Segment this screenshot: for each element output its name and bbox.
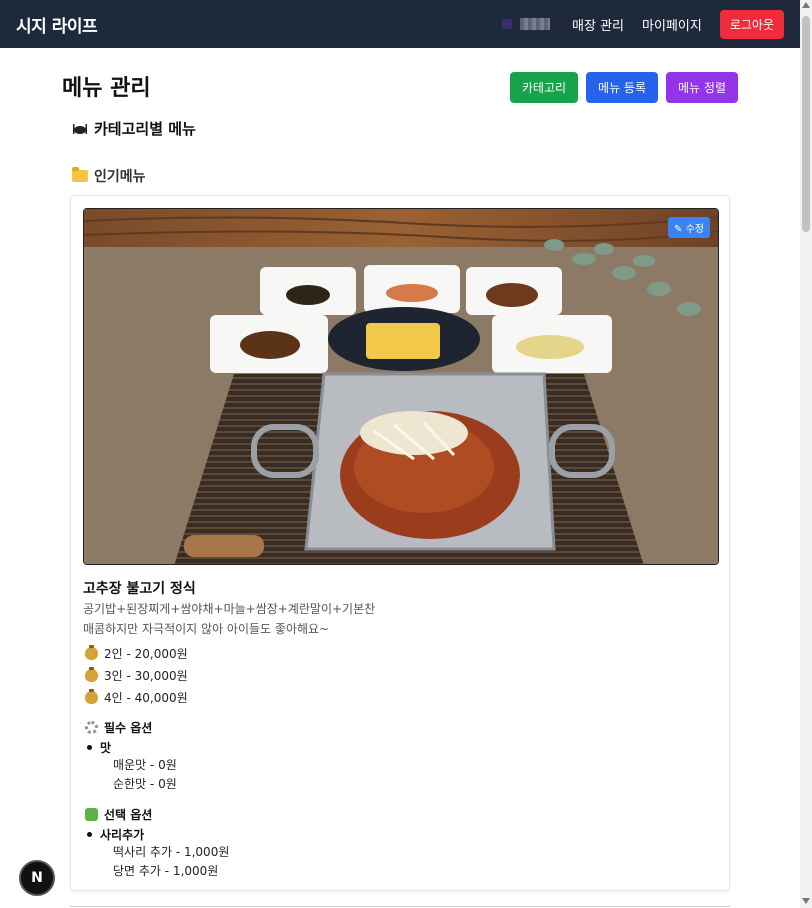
option-item: 당면 추가 - 1,000원 [113, 864, 219, 878]
menu-name: 고추장 불고기 정식 [83, 581, 196, 597]
bullet [87, 744, 92, 750]
header-actions: 카테고리 메뉴 등록 메뉴 정렬 [509, 72, 738, 103]
menu-photo-image [84, 209, 718, 564]
menu-description: 공기밥+된장찌게+쌈야채+마늘+쌈장+계란말이+기본찬 매콤하지만 자극적이지 … [83, 599, 375, 639]
price-text: 3인 - 30,000원 [104, 668, 188, 683]
top-navbar: 시지 라이프 매장 관리 마이페이지 로그아웃 [0, 0, 800, 48]
price-row: 3인 - 30,000원 [85, 664, 188, 686]
price-row: 4인 - 40,000원 [85, 686, 188, 708]
scroll-down-arrow-icon[interactable] [802, 898, 810, 904]
user-avatar [502, 19, 513, 29]
page-scrollbar[interactable] [800, 0, 812, 908]
scroll-up-arrow-icon[interactable] [802, 2, 810, 8]
brand-logo[interactable]: 시지 라이프 [16, 12, 98, 37]
price-row: 2인 - 20,000원 [85, 642, 188, 664]
menu-sort-button[interactable]: 메뉴 정렬 [666, 72, 738, 103]
user-name-redacted [520, 18, 551, 30]
folder-icon [72, 167, 88, 182]
price-text: 2인 - 20,000원 [104, 646, 188, 661]
price-text: 4인 - 40,000원 [104, 690, 188, 705]
bullet [87, 831, 92, 837]
option-group: 맛 [85, 738, 177, 756]
nav-right: 매장 관리 마이페이지 로그아웃 [502, 9, 784, 39]
bowl-icon [73, 123, 87, 134]
money-bag-icon [85, 688, 98, 704]
optional-options-heading: 선택 옵션 [85, 805, 229, 823]
option-group: 사리추가 [85, 825, 229, 843]
section-title-label: 카테고리별 메뉴 [94, 120, 196, 138]
menu-card: ✎ 수정 고추장 불고기 정식 공기밥+된장찌게+쌈야채+마늘+쌈장+계란말이+… [70, 195, 730, 891]
price-list: 2인 - 20,000원 3인 - 30,000원 4인 - 40,000원 [85, 642, 188, 708]
option-item: 떡사리 추가 - 1,000원 [113, 845, 230, 859]
dev-tools-badge[interactable]: N [19, 860, 55, 896]
category-name: 인기메뉴 [94, 169, 146, 185]
category-heading: 인기메뉴 [72, 166, 146, 186]
puzzle-icon [85, 807, 98, 821]
optional-options: 선택 옵션 사리추가 떡사리 추가 - 1,000원 당면 추가 - 1,000… [85, 805, 229, 881]
nav-my-page[interactable]: 마이페이지 [642, 15, 702, 34]
option-item: 매운맛 - 0원 [113, 758, 177, 772]
category-button[interactable]: 카테고리 [509, 72, 579, 103]
option-group-name: 사리추가 [100, 827, 145, 842]
page-title: 메뉴 관리 [62, 76, 151, 101]
gear-icon [85, 720, 98, 734]
nav-store-management[interactable]: 매장 관리 [572, 15, 624, 34]
optional-options-title: 선택 옵션 [104, 807, 153, 822]
option-item: 순한맛 - 0원 [113, 777, 177, 791]
required-options: 필수 옵션 맛 매운맛 - 0원 순한맛 - 0원 [85, 718, 177, 794]
option-group-name: 맛 [100, 740, 112, 755]
scroll-thumb[interactable] [802, 16, 810, 232]
edit-button[interactable]: ✎ 수정 [668, 217, 710, 238]
menu-description-line-2: 매콤하지만 자극적이지 않아 아이들도 좋아해요~ [83, 622, 330, 636]
menu-description-line-1: 공기밥+된장찌게+쌈야채+마늘+쌈장+계란말이+기본찬 [83, 602, 376, 616]
edit-label: 수정 [685, 224, 704, 235]
menu-register-button[interactable]: 메뉴 등록 [586, 72, 659, 103]
user-info [502, 18, 551, 30]
money-bag-icon [85, 666, 98, 682]
required-options-title: 필수 옵션 [104, 720, 153, 735]
card-divider [70, 906, 730, 907]
required-options-heading: 필수 옵션 [85, 718, 177, 736]
section-title: 카테고리별 메뉴 [72, 118, 196, 139]
menu-photo: ✎ 수정 [83, 208, 719, 565]
logout-button[interactable]: 로그아웃 [719, 9, 784, 39]
money-bag-icon [85, 644, 98, 660]
